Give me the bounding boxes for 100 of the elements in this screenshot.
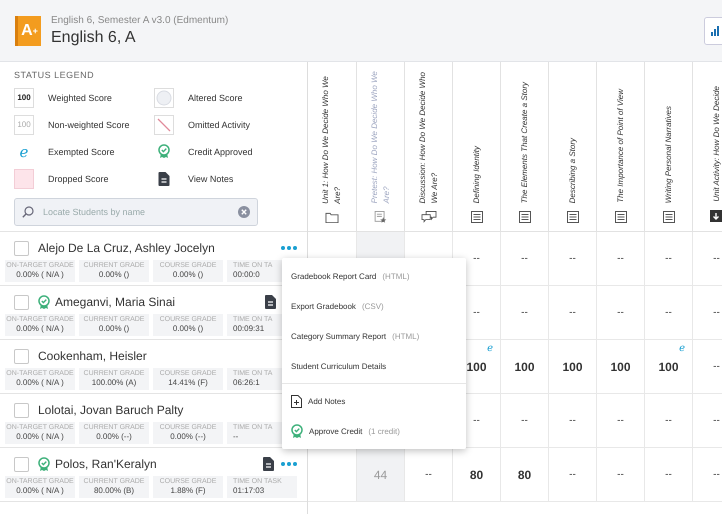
grade-value: 1.88% (F) bbox=[169, 486, 207, 495]
score-cell[interactable]: 80 bbox=[470, 468, 484, 482]
grade-value: 100.00% (A) bbox=[90, 378, 138, 387]
clear-icon[interactable] bbox=[238, 206, 250, 218]
student-name[interactable]: Cookenham, Heisler bbox=[38, 349, 147, 363]
score-cell[interactable]: 100 bbox=[658, 360, 679, 374]
score-cell[interactable]: 100 bbox=[514, 360, 535, 374]
score-cell[interactable]: -- bbox=[569, 307, 576, 318]
score-cell[interactable]: -- bbox=[665, 415, 672, 426]
column-title[interactable]: Writing Personal Narratives bbox=[662, 106, 674, 203]
menu-item[interactable]: Gradebook Report Card (HTML) bbox=[282, 261, 466, 291]
score-cell[interactable]: -- bbox=[713, 253, 720, 264]
grade-value: 0.00% (--) bbox=[95, 432, 133, 441]
score-cell[interactable]: 100 bbox=[562, 360, 583, 374]
score-cell[interactable]: -- bbox=[617, 307, 624, 318]
non-weighted-score-sample: 100 bbox=[14, 114, 34, 134]
score-cell[interactable]: -- bbox=[521, 415, 528, 426]
column-title[interactable]: Unit Activity: How Do We Decide bbox=[710, 86, 722, 202]
document-icon bbox=[470, 211, 482, 223]
column-title[interactable]: Describing a Story bbox=[566, 138, 578, 203]
legend-title: STATUS LEGEND bbox=[14, 70, 96, 80]
note-icon[interactable] bbox=[263, 457, 274, 471]
row-checkbox[interactable] bbox=[14, 456, 29, 472]
legend-label: Non-weighted Score bbox=[48, 120, 130, 130]
grade-value: 0.00% () bbox=[172, 324, 204, 333]
grade-value: 80.00% (B) bbox=[92, 486, 136, 495]
student-name[interactable]: Lolotai, Jovan Baruch Palty bbox=[38, 403, 184, 417]
score-cell[interactable]: -- bbox=[665, 307, 672, 318]
award-ribbon-icon bbox=[291, 424, 303, 438]
score-cell[interactable]: -- bbox=[569, 253, 576, 264]
legend-label: Dropped Score bbox=[48, 174, 109, 184]
score-cell[interactable]: -- bbox=[425, 469, 432, 480]
score-cell[interactable]: -- bbox=[569, 469, 576, 480]
score-cell[interactable]: -- bbox=[713, 307, 720, 318]
note-icon[interactable] bbox=[265, 295, 276, 309]
menu-item[interactable]: Student Curriculum Details bbox=[282, 351, 466, 381]
grade-value: 00:09:31 bbox=[233, 324, 266, 333]
menu-item[interactable]: Category Summary Report (HTML) bbox=[282, 321, 466, 351]
score-cell[interactable]: 100 bbox=[466, 360, 487, 374]
score-cell[interactable]: -- bbox=[473, 307, 480, 318]
score-cell[interactable]: -- bbox=[569, 415, 576, 426]
exempted-score-sample: e bbox=[18, 142, 30, 160]
row-checkbox[interactable] bbox=[14, 348, 29, 364]
row-checkbox[interactable] bbox=[14, 240, 29, 256]
column-title[interactable]: The Importance of Point of View bbox=[614, 89, 626, 203]
grade-value: 06:26:1 bbox=[233, 378, 261, 387]
grade-value: 0.00% ( N/A ) bbox=[15, 432, 65, 441]
score-cell[interactable]: -- bbox=[713, 415, 720, 426]
document-icon bbox=[614, 211, 626, 223]
add-note-icon bbox=[291, 394, 302, 408]
grade-value: 0.00% ( N/A ) bbox=[15, 270, 65, 279]
legend-label: Weighted Score bbox=[48, 92, 112, 102]
exempted-mark: e bbox=[679, 343, 685, 354]
column-title[interactable]: The Elements That Create a Story bbox=[518, 82, 530, 203]
row-checkbox[interactable] bbox=[14, 402, 29, 418]
score-cell[interactable]: -- bbox=[713, 361, 720, 372]
score-cell[interactable]: -- bbox=[713, 469, 720, 480]
score-cell[interactable]: -- bbox=[521, 253, 528, 264]
more-options-icon[interactable] bbox=[279, 460, 299, 468]
omitted-activity-swatch bbox=[154, 114, 174, 134]
grade-value: -- bbox=[233, 432, 240, 441]
grade-value: 0.00% ( N/A ) bbox=[15, 486, 65, 495]
course-subtitle: English 6, Semester A v3.0 (Edmentum) bbox=[51, 14, 228, 26]
score-cell[interactable]: -- bbox=[521, 307, 528, 318]
document-icon bbox=[662, 211, 674, 223]
chat-bubbles-icon bbox=[420, 211, 438, 223]
menu-item[interactable]: Add Notes bbox=[282, 386, 466, 416]
exempted-mark: e bbox=[487, 343, 493, 354]
document-icon bbox=[518, 211, 530, 223]
score-cell[interactable]: -- bbox=[473, 415, 480, 426]
column-title[interactable]: Defining Identity bbox=[470, 146, 482, 203]
legend-label: Exempted Score bbox=[48, 146, 115, 156]
score-cell[interactable]: -- bbox=[665, 469, 672, 480]
row-checkbox[interactable] bbox=[14, 294, 29, 310]
legend-label: Credit Approved bbox=[188, 146, 253, 156]
column-title[interactable]: Discussion: How Do We Decide Who We Are? bbox=[416, 68, 440, 204]
search-icon bbox=[22, 206, 34, 218]
menu-item[interactable]: Approve Credit (1 credit) bbox=[282, 416, 466, 446]
column-title[interactable]: Unit 1: How Do We Decide Who We Are? bbox=[320, 68, 344, 204]
weighted-score-sample: 100 bbox=[14, 88, 34, 108]
search-field[interactable]: Locate Students by name bbox=[14, 198, 258, 226]
grade-value: 01:17:03 bbox=[233, 486, 266, 495]
legend-label: View Notes bbox=[188, 174, 234, 184]
score-cell[interactable]: 80 bbox=[518, 468, 532, 482]
grade-value: 0.00% () bbox=[172, 270, 204, 279]
score-cell[interactable]: -- bbox=[617, 469, 624, 480]
document-icon bbox=[566, 211, 578, 223]
student-name[interactable]: Polos, Ran'Keralyn bbox=[55, 457, 157, 471]
score-cell[interactable]: -- bbox=[617, 253, 624, 264]
grade-value: 0.00% (--) bbox=[169, 432, 207, 441]
student-name[interactable]: Ameganvi, Maria Sinai bbox=[55, 295, 176, 309]
grade-value: 0.00% () bbox=[98, 324, 130, 333]
more-options-icon[interactable] bbox=[279, 244, 299, 252]
score-cell[interactable]: 100 bbox=[610, 360, 631, 374]
grade-value: 0.00% ( N/A ) bbox=[15, 324, 65, 333]
student-name[interactable]: Alejo De La Cruz, Ashley Jocelyn bbox=[38, 241, 215, 255]
score-cell[interactable]: -- bbox=[665, 253, 672, 264]
score-cell[interactable]: -- bbox=[473, 253, 480, 264]
menu-item[interactable]: Export Gradebook (CSV) bbox=[282, 291, 466, 321]
score-cell[interactable]: -- bbox=[617, 415, 624, 426]
